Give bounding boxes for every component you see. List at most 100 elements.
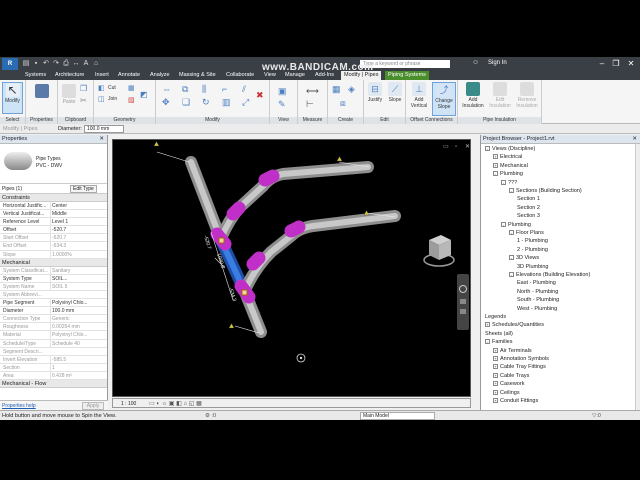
save-icon[interactable]: ▪: [32, 59, 40, 68]
browser-item[interactable]: - Sections (Building Section): [509, 188, 582, 194]
property-value[interactable]: -520.7: [50, 226, 100, 235]
detail-level-icon[interactable]: ▭ ◐ ☼ ▣ ◧ ⌂ ◱ ▦: [149, 399, 202, 409]
modify-button[interactable]: ↖ Modify: [2, 82, 23, 114]
property-value[interactable]: Polyvinyl Chlo...: [50, 299, 100, 308]
browser-item[interactable]: Legends: [485, 314, 506, 320]
minimize-icon[interactable]: –: [596, 59, 608, 69]
browser-item[interactable]: + Air Terminals: [493, 348, 532, 354]
browser-item[interactable]: Section 1: [517, 196, 540, 202]
close-icon[interactable]: ✕: [632, 135, 637, 144]
delete-icon[interactable]: ✖: [256, 90, 264, 101]
collapse-icon[interactable]: -: [501, 179, 506, 185]
create-group-icon[interactable]: ⧈: [340, 98, 346, 109]
property-category[interactable]: Constraints: [0, 194, 107, 202]
paste-button[interactable]: Paste: [61, 84, 77, 112]
print-icon[interactable]: ⎙: [62, 59, 70, 68]
browser-item[interactable]: -???: [501, 180, 517, 186]
browser-item[interactable]: 3D Plumbing: [517, 264, 549, 270]
browser-item[interactable]: - Floor Plans: [509, 230, 544, 236]
worksets-icon[interactable]: ⚙ :0: [205, 411, 216, 420]
browser-item[interactable]: Section 2: [517, 205, 540, 211]
expand-icon[interactable]: +: [493, 398, 498, 404]
change-slope-button[interactable]: ⤴ Change Slope: [432, 82, 456, 116]
edit-insulation-button[interactable]: Edit Insulation: [487, 82, 513, 116]
browser-item[interactable]: South - Plumbing: [517, 297, 559, 303]
trim-icon[interactable]: ⌐: [222, 84, 227, 94]
warning-icon[interactable]: [363, 210, 370, 216]
move-icon[interactable]: ✥: [162, 97, 170, 108]
remove-insulation-button[interactable]: Remove Insulation: [514, 82, 540, 116]
warning-icon[interactable]: [336, 156, 343, 162]
property-value[interactable]: 100.0 mm: [50, 307, 100, 316]
collapse-icon[interactable]: -: [509, 188, 514, 194]
expand-icon[interactable]: +: [493, 347, 498, 353]
redo-icon[interactable]: ↷: [52, 59, 60, 68]
property-value[interactable]: Middle: [50, 210, 100, 219]
apply-button[interactable]: Apply: [82, 402, 104, 410]
property-value[interactable]: SOIL...: [50, 274, 100, 283]
view-scale[interactable]: 1 : 100: [121, 399, 136, 409]
align-icon[interactable]: ⇔: [162, 84, 171, 94]
offset-icon[interactable]: ⧉: [182, 84, 188, 95]
browser-item[interactable]: 1 - Plumbing: [517, 238, 548, 244]
browser-item[interactable]: East - Plumbing: [517, 280, 556, 286]
browser-item[interactable]: + Cable Tray Fittings: [493, 364, 546, 370]
property-value[interactable]: Level 1: [50, 218, 100, 227]
type-selector[interactable]: Pipe Types PVC - DWV: [0, 144, 107, 184]
browser-item[interactable]: + Electrical: [493, 154, 522, 160]
view-restore-icon[interactable]: ▭: [443, 144, 449, 150]
override-icon[interactable]: ✎: [278, 99, 286, 110]
tab-annotate[interactable]: Annotate: [115, 71, 143, 80]
join-icon[interactable]: ◫: [98, 95, 105, 103]
close-icon[interactable]: ✕: [625, 59, 637, 69]
active-model-select[interactable]: Main Model: [360, 412, 435, 420]
browser-item[interactable]: Section 3: [517, 213, 540, 219]
browser-item[interactable]: West - Plumbing: [517, 306, 557, 312]
tab-analyze[interactable]: Analyze: [147, 71, 173, 80]
zoom-icon[interactable]: [460, 299, 466, 304]
scale-icon[interactable]: ⤢: [242, 97, 249, 108]
justify-button[interactable]: ⊟ Justify: [366, 82, 384, 112]
tab-systems[interactable]: Systems: [22, 71, 49, 80]
edit-type-button[interactable]: Edit Type: [70, 185, 97, 193]
copy-element-icon[interactable]: ❏: [182, 97, 190, 108]
browser-item[interactable]: - Families: [485, 339, 512, 345]
grip-start[interactable]: [218, 237, 225, 244]
split-face-icon[interactable]: ▨: [128, 96, 135, 104]
mirror-icon[interactable]: ⫼: [202, 84, 206, 95]
view-maximize-icon[interactable]: ▫: [455, 144, 457, 150]
browser-item[interactable]: - Views (Discipline): [485, 146, 535, 152]
browser-item[interactable]: North - Plumbing: [517, 289, 558, 295]
warning-icon[interactable]: [228, 323, 235, 329]
properties-button[interactable]: [32, 84, 52, 110]
add-vertical-button[interactable]: ⊥ Add Vertical: [408, 82, 430, 116]
instance-filter[interactable]: Pipes (1) Edit Type: [0, 184, 107, 194]
add-insulation-button[interactable]: Add Insulation: [460, 82, 486, 116]
grip-end[interactable]: [241, 289, 248, 296]
property-value[interactable]: Center: [50, 202, 100, 210]
expand-icon[interactable]: +: [493, 154, 498, 160]
expand-icon[interactable]: +: [493, 372, 498, 378]
expand-icon[interactable]: +: [493, 389, 498, 395]
text-icon[interactable]: A: [82, 59, 90, 68]
paint-icon[interactable]: ◩: [140, 90, 148, 99]
browser-item[interactable]: + Ceilings: [493, 390, 520, 396]
array-icon[interactable]: ▥: [222, 97, 231, 108]
viewcube[interactable]: [423, 235, 455, 267]
tab-massing-site[interactable]: Massing & Site: [176, 71, 219, 80]
copy-icon[interactable]: ❐: [80, 84, 87, 93]
tab-piping-systems[interactable]: Piping Systems: [385, 71, 429, 80]
browser-item[interactable]: + Schedules/Quantities: [485, 322, 544, 328]
measure-icon[interactable]: ↔: [72, 59, 80, 68]
dimension-icon[interactable]: ⊢: [306, 99, 314, 110]
tab-insert[interactable]: Insert: [92, 71, 112, 80]
browser-item[interactable]: - Plumbing: [501, 222, 531, 228]
restore-icon[interactable]: ❐: [610, 59, 622, 69]
split-icon[interactable]: ⫽: [242, 84, 246, 95]
expand-icon[interactable]: +: [485, 322, 490, 328]
browser-item[interactable]: -3D Views: [509, 255, 539, 261]
wall-joins-icon[interactable]: ▦: [128, 84, 135, 92]
pan-icon[interactable]: [460, 309, 466, 314]
expand-icon[interactable]: +: [493, 356, 498, 362]
expand-icon[interactable]: +: [493, 381, 498, 387]
